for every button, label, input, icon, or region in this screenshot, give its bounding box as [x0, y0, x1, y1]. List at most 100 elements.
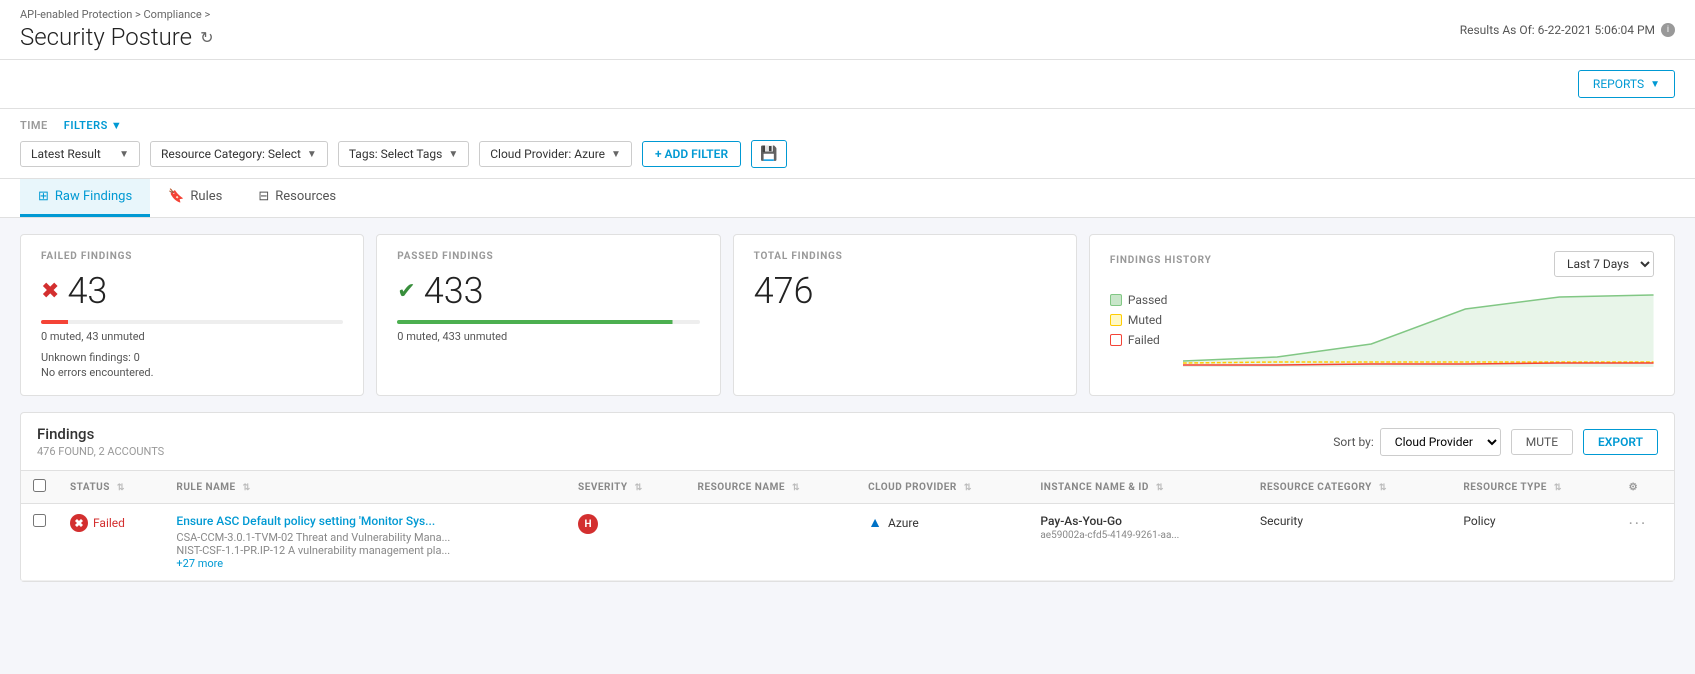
cloud-provider-cell: ▲ Azure: [856, 504, 1028, 581]
row-more-icon[interactable]: ···: [1629, 514, 1648, 533]
findings-title-area: Findings 476 FOUND, 2 ACCOUNTS: [37, 425, 164, 458]
failed-number: 43: [67, 270, 107, 312]
history-label: FINDINGS HISTORY: [1110, 255, 1212, 266]
rule-more-link[interactable]: +27 more: [176, 557, 554, 570]
th-rule-name: RULE NAME ⇅: [164, 471, 566, 504]
findings-history-card: FINDINGS HISTORY Last 7 Days Passed Mute…: [1089, 234, 1675, 396]
instance-cell: Pay-As-You-Go ae59002a-cfd5-4149-9261-aa…: [1028, 504, 1248, 581]
sort-by-select[interactable]: Cloud Provider: [1380, 428, 1501, 456]
passed-number: 433: [424, 270, 484, 312]
resources-icon: ⊟: [258, 189, 269, 204]
resource-name-sort-icon[interactable]: ⇅: [792, 483, 800, 493]
time-select[interactable]: Latest Result ▼: [20, 141, 140, 167]
th-settings: ⚙: [1617, 471, 1674, 504]
th-cloud-provider: CLOUD PROVIDER ⇅: [856, 471, 1028, 504]
reports-button[interactable]: REPORTS ▼: [1578, 70, 1675, 98]
legend-muted-box: [1110, 314, 1122, 326]
cloud-provider-value: ▲ Azure: [868, 514, 1016, 531]
time-select-chevron: ▼: [119, 149, 129, 160]
resource-type-sort-icon[interactable]: ⇅: [1554, 483, 1562, 493]
cloud-provider-name: Azure: [888, 516, 919, 530]
total-number: 476: [754, 270, 814, 312]
azure-icon: ▲: [868, 514, 882, 531]
legend-muted-label: Muted: [1128, 313, 1162, 327]
th-resource-name: RESOURCE NAME ⇅: [686, 471, 857, 504]
status-sort-icon[interactable]: ⇅: [117, 483, 125, 493]
filters-toggle[interactable]: FILTERS ▼: [64, 119, 122, 132]
page-title: Security Posture ↻: [20, 23, 213, 51]
reports-chevron-icon: ▼: [1650, 79, 1660, 90]
legend-passed-label: Passed: [1128, 293, 1168, 307]
status-label: Failed: [93, 516, 125, 530]
cloud-provider-sort-icon[interactable]: ⇅: [964, 483, 972, 493]
history-chart: [1183, 289, 1654, 369]
failed-icon: ✖: [41, 279, 59, 304]
failed-sub1: 0 muted, 43 unmuted: [41, 330, 343, 343]
filters-chevron-icon: ▼: [111, 119, 122, 132]
table-settings-icon[interactable]: ⚙: [1629, 482, 1638, 493]
th-status: STATUS ⇅: [58, 471, 164, 504]
resource-category-chevron: ▼: [307, 149, 317, 160]
save-filter-button[interactable]: 💾: [751, 140, 786, 168]
legend-muted: Muted: [1110, 313, 1168, 327]
metrics-row: FAILED FINDINGS ✖ 43 0 muted, 43 unmuted…: [20, 234, 1675, 396]
export-button[interactable]: EXPORT: [1583, 429, 1658, 455]
rules-icon: 🔖: [168, 189, 184, 204]
top-bar: API-enabled Protection > Compliance > Se…: [0, 0, 1695, 60]
instance-sort-icon[interactable]: ⇅: [1156, 483, 1164, 493]
rule-sub2: NIST-CSF-1.1-PR.IP-12 A vulnerability ma…: [176, 544, 554, 557]
main-content: FAILED FINDINGS ✖ 43 0 muted, 43 unmuted…: [0, 218, 1695, 598]
refresh-icon[interactable]: ↻: [200, 28, 213, 47]
instance-id-text: ae59002a-cfd5-4149-9261-aa...: [1040, 530, 1236, 541]
row-actions-cell: ···: [1617, 504, 1674, 581]
th-resource-type: RESOURCE TYPE ⇅: [1451, 471, 1616, 504]
tabs-bar: ⊞ Raw Findings 🔖 Rules ⊟ Resources: [0, 179, 1695, 218]
resource-name-cell: [686, 504, 857, 581]
info-icon[interactable]: i: [1661, 23, 1675, 37]
passed-sub1: 0 muted, 433 unmuted: [397, 330, 699, 343]
resource-category-sort-icon[interactable]: ⇅: [1379, 483, 1387, 493]
legend-failed-box: [1110, 334, 1122, 346]
filters-bar: TIME FILTERS ▼ Latest Result ▼ Resource …: [0, 109, 1695, 179]
total-findings-card: TOTAL FINDINGS 476: [733, 234, 1077, 396]
table-row: ✖ Failed Ensure ASC Default policy setti…: [21, 504, 1674, 581]
history-period-select[interactable]: Last 7 Days: [1554, 251, 1654, 277]
findings-actions: Sort by: Cloud Provider MUTE EXPORT: [1333, 428, 1658, 456]
table-header-row: STATUS ⇅ RULE NAME ⇅ SEVERITY ⇅ RESOURCE…: [21, 471, 1674, 504]
findings-subtitle: 476 FOUND, 2 ACCOUNTS: [37, 445, 164, 458]
row-checkbox-cell: [21, 504, 58, 581]
rule-name-cell: Ensure ASC Default policy setting 'Monit…: [164, 504, 566, 581]
add-filter-button[interactable]: + ADD FILTER: [642, 141, 741, 167]
failed-sub3: No errors encountered.: [41, 366, 343, 379]
row-checkbox[interactable]: [33, 514, 46, 527]
legend-passed: Passed: [1110, 293, 1168, 307]
cloud-provider-chevron: ▼: [611, 149, 621, 160]
severity-badge: H: [578, 514, 598, 534]
status-cell: ✖ Failed: [58, 504, 164, 581]
history-header: FINDINGS HISTORY Last 7 Days: [1110, 251, 1654, 277]
resource-category-select[interactable]: Resource Category: Select ▼: [150, 141, 328, 167]
passed-icon: ✔: [397, 279, 415, 304]
time-label: TIME: [20, 119, 48, 132]
tab-rules[interactable]: 🔖 Rules: [150, 179, 240, 217]
rule-name-sort-icon[interactable]: ⇅: [243, 483, 251, 493]
tags-select[interactable]: Tags: Select Tags ▼: [338, 141, 469, 167]
tab-resources[interactable]: ⊟ Resources: [240, 179, 354, 217]
instance-name-text: Pay-As-You-Go: [1040, 514, 1236, 528]
mute-button[interactable]: MUTE: [1511, 429, 1573, 455]
rule-name-text[interactable]: Ensure ASC Default policy setting 'Monit…: [176, 514, 554, 528]
findings-table: STATUS ⇅ RULE NAME ⇅ SEVERITY ⇅ RESOURCE…: [21, 471, 1674, 581]
cloud-provider-select[interactable]: Cloud Provider: Azure ▼: [479, 141, 632, 167]
th-severity: SEVERITY ⇅: [566, 471, 686, 504]
findings-section: Findings 476 FOUND, 2 ACCOUNTS Sort by: …: [20, 412, 1675, 582]
select-all-checkbox[interactable]: [33, 479, 46, 492]
passed-label: PASSED FINDINGS: [397, 251, 699, 262]
severity-sort-icon[interactable]: ⇅: [635, 483, 643, 493]
passed-progress-bar: [397, 320, 699, 324]
breadcrumb: API-enabled Protection > Compliance >: [20, 8, 213, 21]
failed-label: FAILED FINDINGS: [41, 251, 343, 262]
th-instance-name: INSTANCE NAME & ID ⇅: [1028, 471, 1248, 504]
reports-toolbar: REPORTS ▼: [0, 60, 1695, 109]
legend-failed: Failed: [1110, 333, 1168, 347]
tab-raw-findings[interactable]: ⊞ Raw Findings: [20, 179, 150, 217]
